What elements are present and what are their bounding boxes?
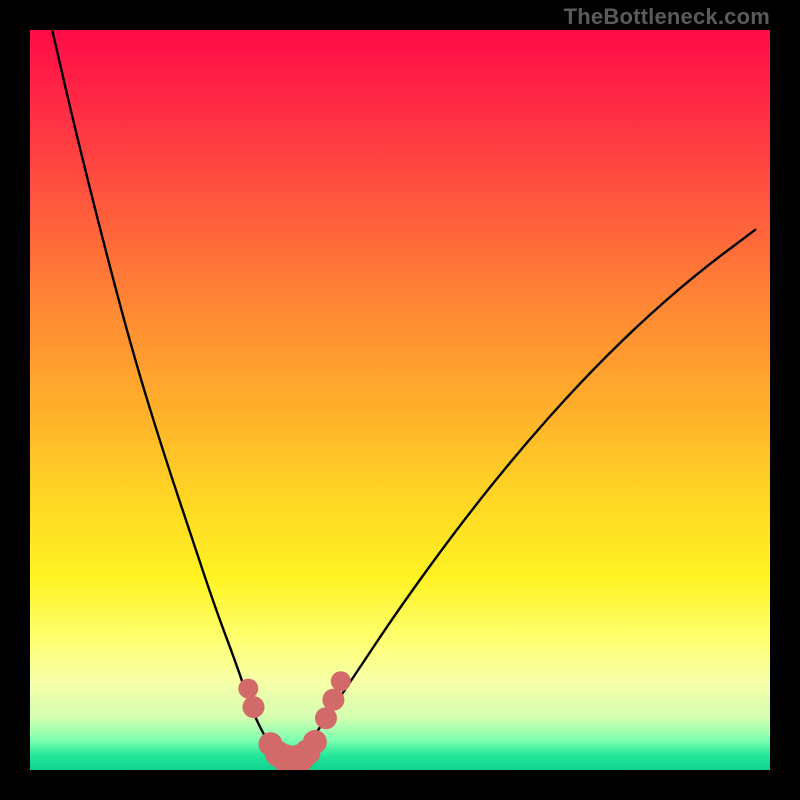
plot-area xyxy=(30,30,770,770)
valley-dot xyxy=(331,671,351,691)
chart-svg xyxy=(30,30,770,770)
valley-dot xyxy=(322,689,344,711)
chart-frame: TheBottleneck.com xyxy=(0,0,800,800)
valley-dot xyxy=(238,679,258,699)
watermark-text: TheBottleneck.com xyxy=(564,4,770,30)
valley-dots-group xyxy=(238,671,350,770)
valley-dot xyxy=(303,730,327,754)
v-curve-path xyxy=(52,30,755,761)
valley-dot xyxy=(243,696,265,718)
